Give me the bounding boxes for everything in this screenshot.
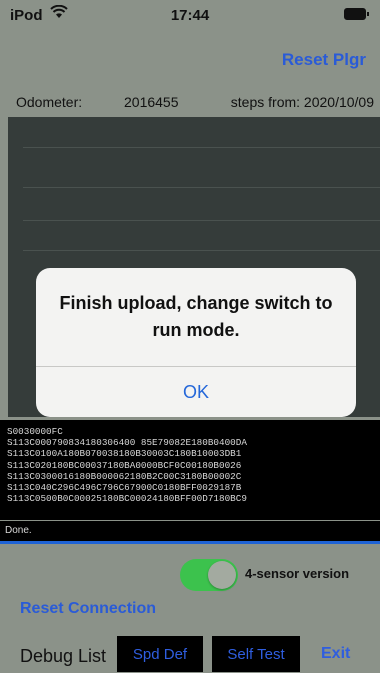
modal-overlay: Finish upload, change switch to run mode… (0, 0, 380, 673)
alert-message: Finish upload, change switch to run mode… (59, 293, 333, 340)
ok-button[interactable]: OK (36, 367, 356, 417)
alert-dialog: Finish upload, change switch to run mode… (36, 268, 356, 417)
